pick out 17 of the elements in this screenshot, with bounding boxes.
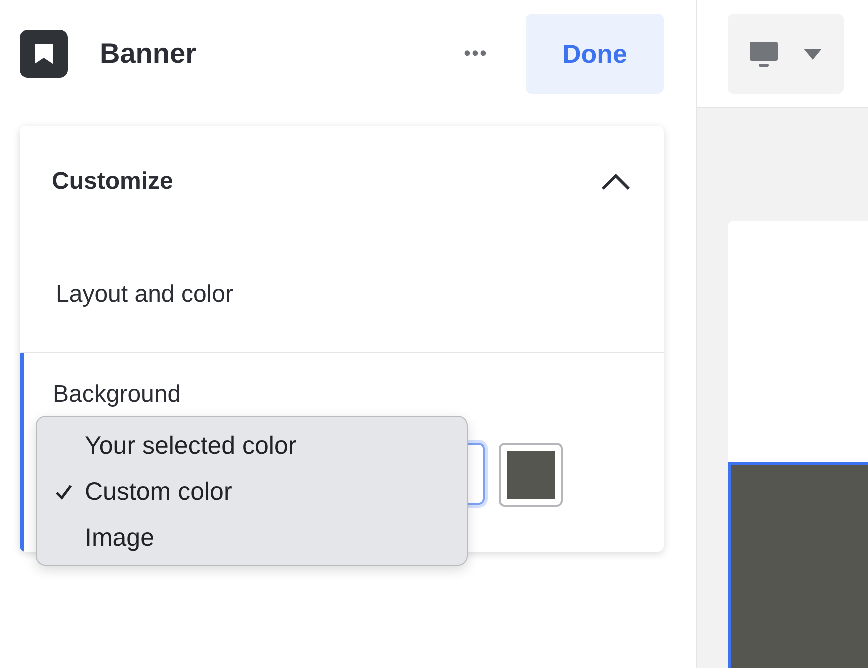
menu-item[interactable]: Image	[37, 515, 467, 561]
panel-title: Banner	[100, 38, 198, 70]
section-label: Layout and color	[56, 281, 234, 309]
monitor-icon	[749, 39, 779, 69]
section-label: Background	[53, 381, 182, 409]
menu-item[interactable]: Custom color	[37, 469, 467, 515]
device-dropdown[interactable]	[728, 14, 844, 94]
color-swatch[interactable]	[499, 443, 563, 507]
settings-section[interactable]: Layout and color	[20, 238, 664, 353]
bookmark-icon	[20, 30, 68, 78]
checkmark-icon	[55, 483, 75, 501]
chevron-up-icon[interactable]	[600, 172, 632, 192]
caret-icon	[803, 47, 823, 61]
menu-item[interactable]: Your selected color	[37, 423, 467, 469]
done-button[interactable]: Done	[526, 14, 664, 94]
more-button[interactable]: •••	[464, 42, 488, 66]
section-title: Customize	[52, 168, 174, 196]
